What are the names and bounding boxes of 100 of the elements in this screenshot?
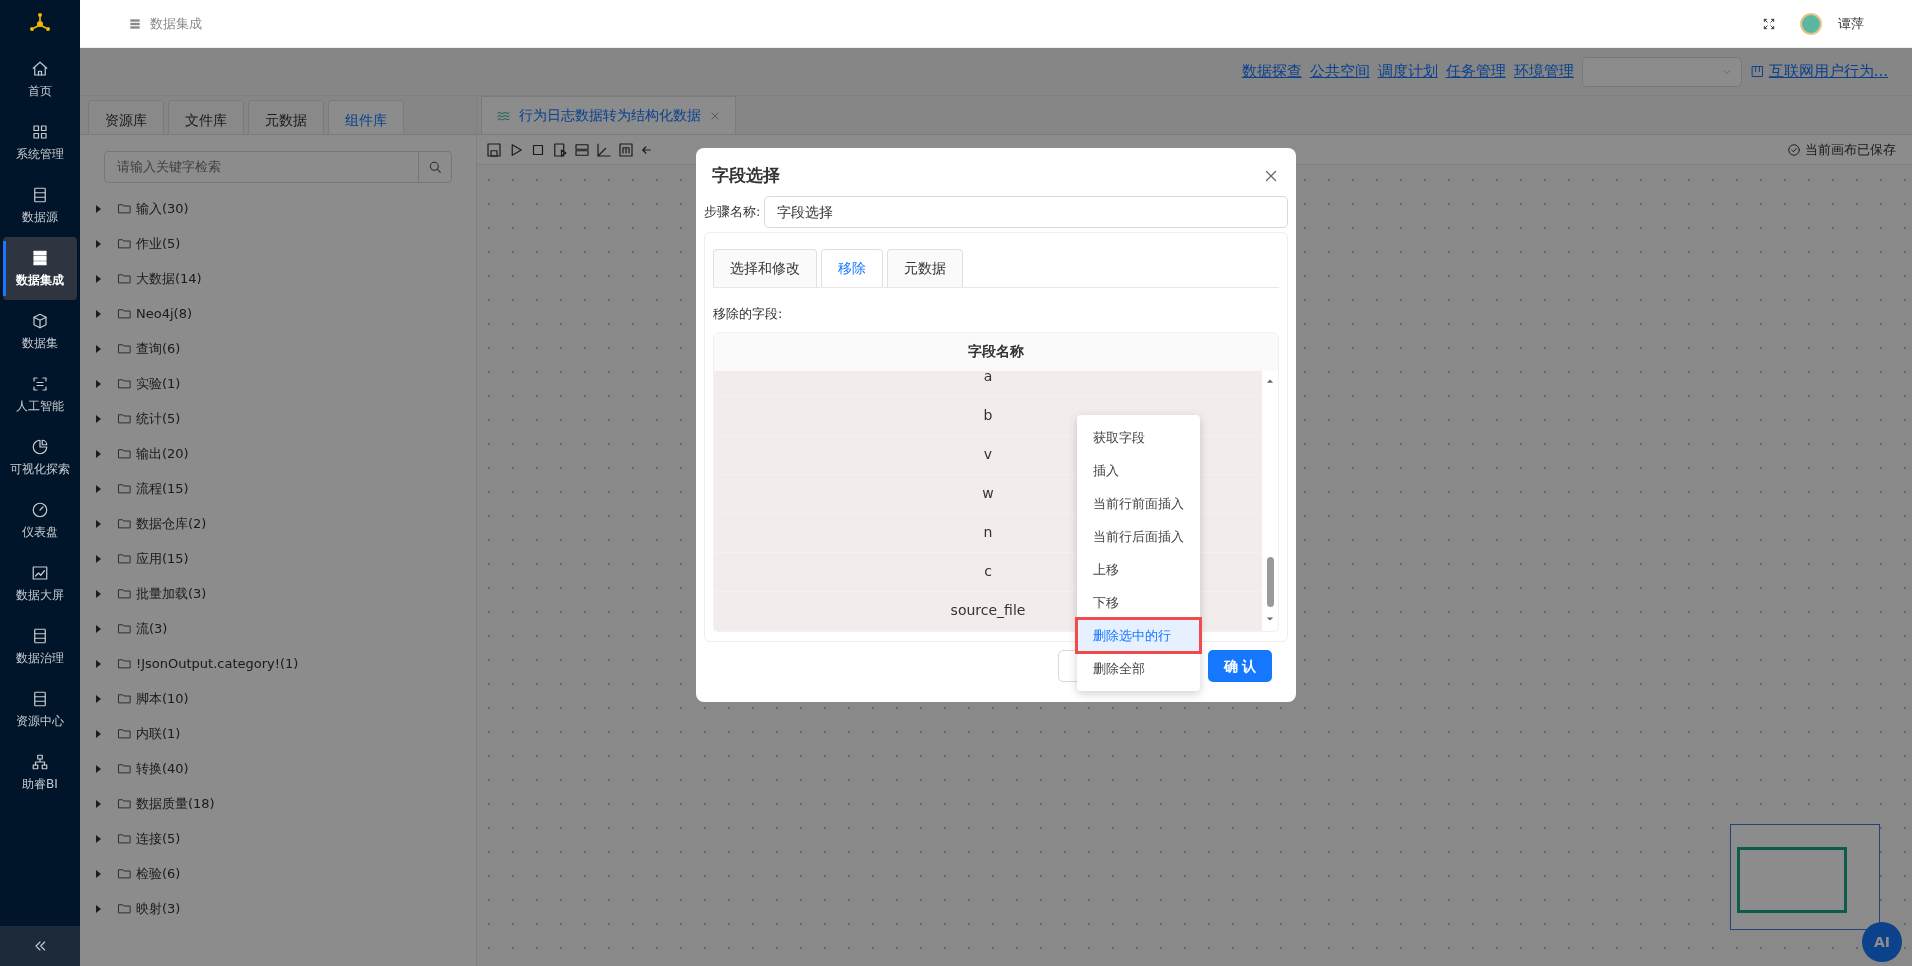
tree-item[interactable]: !JsonOutput.category!(1) bbox=[96, 646, 476, 681]
tree-item[interactable]: 映射(3) bbox=[96, 891, 476, 926]
menu-item[interactable]: 上移 bbox=[1077, 553, 1200, 586]
section-label: 移除的字段: bbox=[713, 305, 784, 323]
tree-item[interactable]: 统计(5) bbox=[96, 401, 476, 436]
nav-link[interactable]: 公共空间 bbox=[1309, 60, 1370, 83]
minimap-viewport[interactable] bbox=[1737, 847, 1847, 913]
tree-item[interactable]: 脚本(10) bbox=[96, 681, 476, 716]
folder-icon bbox=[117, 341, 132, 356]
nav-link[interactable]: 环境管理 bbox=[1513, 60, 1574, 83]
tree-label: 转换(40) bbox=[136, 759, 189, 778]
confirm-button[interactable]: 确 认 bbox=[1208, 650, 1272, 682]
search-field[interactable]: 请输入关键字检索 bbox=[105, 152, 418, 182]
table-row[interactable]: a bbox=[714, 370, 1262, 397]
sidebar-item[interactable]: 数据源 bbox=[3, 174, 77, 237]
sidebar-item[interactable]: 助睿BI bbox=[3, 741, 77, 804]
folder-icon bbox=[117, 481, 132, 496]
tree-label: 内联(1) bbox=[136, 724, 181, 743]
menu-item[interactable]: 当前行后面插入 bbox=[1077, 520, 1200, 553]
minimap[interactable] bbox=[1730, 824, 1880, 930]
sidebar-item[interactable]: 数据集成 bbox=[3, 237, 77, 300]
dialog-tab[interactable]: 选择和修改 bbox=[713, 249, 817, 287]
sidebar-item[interactable]: 数据集 bbox=[3, 300, 77, 363]
sidebar-item[interactable]: 首页 bbox=[3, 48, 77, 111]
sidebar-item[interactable]: 仪表盘 bbox=[3, 489, 77, 552]
cube-icon bbox=[31, 311, 49, 330]
tree-item[interactable]: 输入(30) bbox=[96, 191, 476, 226]
panel-tab[interactable]: 组件库 bbox=[328, 100, 404, 134]
sidebar-item[interactable]: 系统管理 bbox=[3, 111, 77, 174]
tree-label: !JsonOutput.category!(1) bbox=[136, 654, 299, 673]
board-icon bbox=[1749, 64, 1765, 79]
sidebar-item[interactable]: 人工智能 bbox=[3, 363, 77, 426]
tree-item[interactable]: 转换(40) bbox=[96, 751, 476, 786]
tree-label: 查询(6) bbox=[136, 339, 181, 358]
tree-label: 统计(5) bbox=[136, 409, 181, 428]
folder-icon bbox=[117, 761, 132, 776]
user-name[interactable]: 谭萍 bbox=[1838, 13, 1864, 34]
tree-label: 应用(15) bbox=[136, 549, 189, 568]
tree-item[interactable]: 流程(15) bbox=[96, 471, 476, 506]
tree-item[interactable]: 数据质量(18) bbox=[96, 786, 476, 821]
tree-item[interactable]: 流(3) bbox=[96, 611, 476, 646]
grid-icon bbox=[31, 122, 49, 141]
avatar bbox=[1800, 12, 1822, 35]
dialog-tab[interactable]: 移除 bbox=[821, 249, 883, 287]
folder-icon bbox=[117, 271, 132, 286]
tree-label: 数据质量(18) bbox=[136, 794, 215, 813]
sidebar-item[interactable]: 资源中心 bbox=[3, 678, 77, 741]
folder-icon bbox=[117, 516, 132, 531]
editor-tab[interactable]: 行为日志数据转为结构化数据 bbox=[481, 96, 736, 134]
tree-label: 输入(30) bbox=[136, 199, 189, 218]
breadcrumb: 数据集成 bbox=[150, 14, 202, 33]
tab-title: 行为日志数据转为结构化数据 bbox=[519, 106, 701, 125]
folder-icon bbox=[117, 306, 132, 321]
nav-link[interactable]: 任务管理 bbox=[1445, 60, 1506, 83]
step-name-field[interactable]: 字段选择 bbox=[764, 196, 1288, 228]
panel-tab[interactable]: 元数据 bbox=[248, 100, 324, 134]
nav-link[interactable]: 数据探查 bbox=[1241, 60, 1302, 83]
line-chart-icon bbox=[31, 563, 49, 582]
menu-item[interactable]: 删除全部 bbox=[1077, 652, 1200, 685]
check-circle-icon bbox=[1787, 143, 1801, 157]
tree-item[interactable]: 大数据(14) bbox=[96, 261, 476, 296]
gauge-icon bbox=[31, 500, 49, 519]
tree-item[interactable]: 批量加载(3) bbox=[96, 576, 476, 611]
panel-tab[interactable]: 资源库 bbox=[88, 100, 164, 134]
tree-item[interactable]: 应用(15) bbox=[96, 541, 476, 576]
search-box[interactable]: 请输入关键字检索 bbox=[104, 151, 452, 183]
sidebar-item[interactable]: 数据大屏 bbox=[3, 552, 77, 615]
nav-link[interactable]: 调度计划 bbox=[1377, 60, 1438, 83]
folder-icon bbox=[117, 691, 132, 706]
project-link[interactable]: 互联网用户行为... bbox=[1749, 60, 1888, 83]
tree-item[interactable]: 内联(1) bbox=[96, 716, 476, 751]
tree-label: 连接(5) bbox=[136, 829, 181, 848]
tree-item[interactable]: 连接(5) bbox=[96, 821, 476, 856]
folder-icon bbox=[117, 621, 132, 636]
panel-tab[interactable]: 文件库 bbox=[168, 100, 244, 134]
tree-item[interactable]: 输出(20) bbox=[96, 436, 476, 471]
dialog-tab[interactable]: 元数据 bbox=[887, 249, 963, 287]
tree-item[interactable]: 实验(1) bbox=[96, 366, 476, 401]
ai-button[interactable]: AI bbox=[1862, 922, 1902, 962]
tree-label: 输出(20) bbox=[136, 444, 189, 463]
column-header: 字段名称 bbox=[714, 332, 1278, 371]
folder-icon bbox=[117, 446, 132, 461]
menu-item[interactable]: 删除选中的行 bbox=[1077, 619, 1200, 652]
folder-icon bbox=[117, 551, 132, 566]
tree-label: 作业(5) bbox=[136, 234, 181, 253]
tree-item[interactable]: 作业(5) bbox=[96, 226, 476, 261]
sidebar-item[interactable]: 可视化探索 bbox=[3, 426, 77, 489]
folder-icon bbox=[117, 866, 132, 881]
tree-item[interactable]: 检验(6) bbox=[96, 856, 476, 891]
sidebar-item[interactable]: 数据治理 bbox=[3, 615, 77, 678]
tree-label: 实验(1) bbox=[136, 374, 181, 393]
folder-icon bbox=[117, 376, 132, 391]
tree-label: 映射(3) bbox=[136, 899, 181, 918]
save-text: 当前画布已保存 bbox=[1805, 141, 1896, 160]
tree-item[interactable]: 数据仓库(2) bbox=[96, 506, 476, 541]
folder-icon bbox=[117, 901, 132, 916]
tree-item[interactable]: Neo4j(8) bbox=[96, 296, 476, 331]
scroll-thumb[interactable] bbox=[1267, 556, 1274, 607]
pie-chart-icon bbox=[31, 437, 49, 456]
tree-item[interactable]: 查询(6) bbox=[96, 331, 476, 366]
